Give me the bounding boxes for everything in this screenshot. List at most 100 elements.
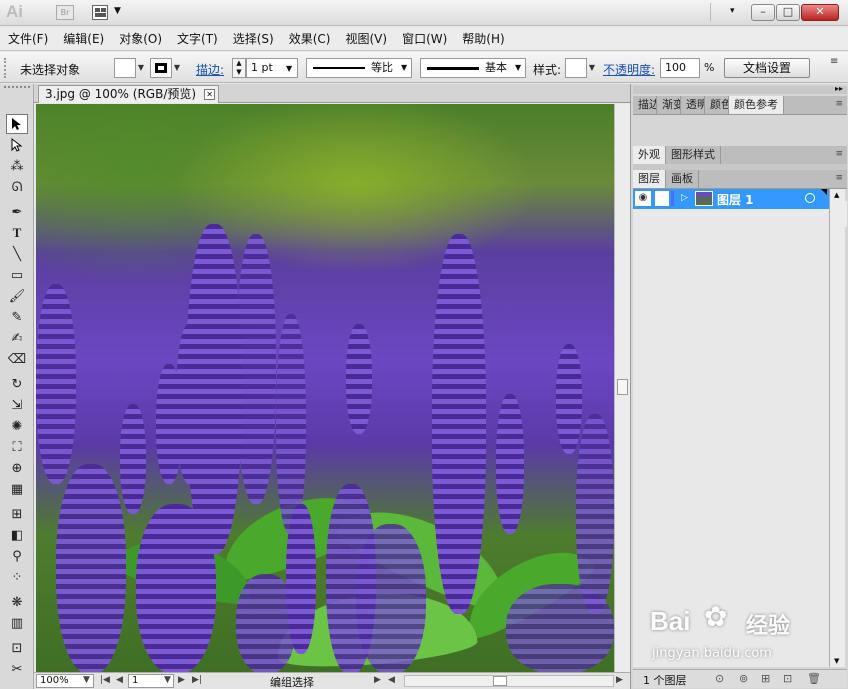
variable-width-profile[interactable]: 等比 ▼ [306, 58, 412, 78]
free-transform-tool-icon[interactable]: ⛶ [6, 437, 28, 457]
chevron-down-icon[interactable]: ▼ [83, 675, 90, 685]
document-tab[interactable]: 3.jpg @ 100% (RGB/预览) ✕ [38, 85, 220, 103]
lock-toggle[interactable] [655, 191, 669, 206]
canvas-vertical-scrollbar[interactable] [614, 104, 630, 672]
fill-dropdown[interactable]: ▼ [136, 58, 146, 78]
status-menu-arrow-icon[interactable]: ▶ [374, 675, 381, 685]
grip-handle[interactable] [4, 86, 30, 90]
menu-effect[interactable]: 效果(C) [289, 30, 331, 47]
delete-layer-icon[interactable]: 🗑 [807, 672, 821, 685]
current-tool-status[interactable]: 编组选择 [270, 674, 314, 689]
blend-tool-icon[interactable]: ⁘ [6, 567, 28, 587]
arrange-documents-icon[interactable] [92, 5, 108, 20]
layer-name[interactable]: 图层 1 [717, 191, 754, 208]
first-artboard-icon[interactable]: |◀ [100, 675, 110, 685]
artwork-canvas[interactable] [36, 104, 614, 672]
panel-menu-icon[interactable]: ≡ [835, 149, 843, 159]
tab-gradient[interactable]: 渐变 [657, 96, 681, 114]
pen-tool-icon[interactable]: ✒ [6, 202, 28, 222]
slice-tool-icon[interactable]: ✂ [6, 659, 28, 679]
eye-icon[interactable]: ◉ [635, 191, 651, 206]
locate-object-icon[interactable]: ⊙ [715, 672, 724, 685]
tab-transparency[interactable]: 透明 [681, 96, 705, 114]
menu-edit[interactable]: 编辑(E) [63, 30, 104, 47]
fill-swatch[interactable] [114, 58, 136, 78]
chevron-down-icon[interactable]: ▼ [164, 675, 171, 685]
rectangle-tool-icon[interactable]: ▭ [6, 265, 28, 285]
previous-artboard-icon[interactable]: ◀ [116, 675, 123, 685]
scale-tool-icon[interactable]: ⇲ [6, 395, 28, 415]
menu-file[interactable]: 文件(F) [8, 30, 48, 47]
new-sublayer-icon[interactable]: ⊞ [761, 672, 770, 685]
bridge-button[interactable]: Br [56, 5, 74, 20]
tab-color[interactable]: 颜色 [705, 96, 729, 114]
magic-wand-tool-icon[interactable]: ⁂ [6, 156, 28, 176]
tab-color-guide[interactable]: 颜色参考 [729, 96, 784, 114]
mesh-tool-icon[interactable]: ⊞ [6, 504, 28, 524]
column-graph-tool-icon[interactable]: ▥ [6, 613, 28, 633]
minimize-button[interactable]: – [751, 4, 775, 21]
pencil-tool-icon[interactable]: ✎ [6, 307, 28, 327]
blob-brush-tool-icon[interactable]: ✍ [6, 328, 28, 348]
workspace-dropdown[interactable]: ▾ [730, 6, 735, 16]
artboard-tool-icon[interactable]: ⊡ [6, 638, 28, 658]
clipping-mask-icon[interactable]: ⊚ [739, 672, 748, 685]
scrollbar-thumb[interactable] [617, 379, 628, 395]
scroll-left-icon[interactable]: ◀ [388, 675, 395, 685]
panel-menu-icon[interactable]: ≡ [835, 173, 843, 183]
selection-tool-icon[interactable] [6, 114, 28, 134]
tab-layers[interactable]: 图层 [633, 170, 666, 188]
grip-handle[interactable] [4, 58, 8, 78]
scroll-right-icon[interactable]: ▶ [616, 675, 623, 685]
shape-builder-tool-icon[interactable]: ⊕ [6, 458, 28, 478]
eyedropper-tool-icon[interactable]: ⚲ [6, 546, 28, 566]
opacity-label[interactable]: 不透明度: [603, 61, 655, 78]
tab-graphic-styles[interactable]: 图形样式 [666, 146, 721, 164]
perspective-grid-tool-icon[interactable]: ▦ [6, 479, 28, 499]
stroke-label[interactable]: 描边: [196, 61, 224, 78]
menu-window[interactable]: 窗口(W) [402, 30, 447, 47]
target-icon[interactable] [805, 193, 815, 203]
last-artboard-icon[interactable]: ▶| [192, 675, 202, 685]
next-artboard-icon[interactable]: ▶ [178, 675, 185, 685]
opacity-input[interactable]: 100 [660, 58, 700, 78]
style-swatch[interactable] [565, 58, 587, 78]
warp-tool-icon[interactable]: ✺ [6, 416, 28, 436]
panel-menu-icon[interactable]: ≡ [830, 56, 838, 67]
tab-artboards[interactable]: 画板 [666, 170, 699, 188]
menu-view[interactable]: 视图(V) [345, 30, 387, 47]
menu-object[interactable]: 对象(O) [119, 30, 162, 47]
menu-help[interactable]: 帮助(H) [462, 30, 504, 47]
close-button[interactable]: ✕ [801, 4, 839, 21]
expand-triangle-icon[interactable]: ▷ [681, 193, 688, 203]
menu-select[interactable]: 选择(S) [233, 30, 274, 47]
document-setup-button[interactable]: 文档设置 [724, 58, 810, 78]
rotate-tool-icon[interactable]: ↻ [6, 374, 28, 394]
style-dropdown[interactable]: ▼ [587, 58, 597, 78]
tab-stroke[interactable]: 描边 [633, 96, 657, 114]
new-layer-icon[interactable]: ⊡ [783, 672, 792, 685]
menu-type[interactable]: 文字(T) [177, 30, 218, 47]
brush-definition[interactable]: 基本 ▼ [420, 58, 526, 78]
stroke-weight-stepper[interactable]: ▲ ▼ [232, 58, 246, 78]
panel-collapse-bar[interactable]: ▸▸ [633, 84, 847, 94]
eraser-tool-icon[interactable]: ⌫ [6, 349, 28, 369]
layer-row[interactable]: ◉ ▷ 图层 1 [633, 189, 829, 209]
paintbrush-tool-icon[interactable]: 🖌 [6, 286, 28, 306]
chevron-down-icon[interactable]: ▼ [114, 6, 121, 16]
symbol-sprayer-tool-icon[interactable]: ❋ [6, 592, 28, 612]
scrollbar-thumb[interactable] [493, 676, 507, 686]
canvas-horizontal-scrollbar[interactable] [404, 675, 614, 687]
lasso-tool-icon[interactable]: ᘏ [6, 177, 28, 197]
chevron-down-icon[interactable]: ▼ [286, 64, 292, 73]
type-tool-icon[interactable]: T [6, 223, 28, 243]
tab-appearance[interactable]: 外观 [633, 146, 666, 164]
close-icon[interactable]: ✕ [204, 89, 216, 100]
stroke-dropdown[interactable]: ▼ [172, 58, 182, 78]
line-tool-icon[interactable]: ╲ [6, 244, 28, 264]
panel-menu-icon[interactable]: ≡ [835, 99, 843, 109]
gradient-tool-icon[interactable]: ◧ [6, 525, 28, 545]
direct-selection-tool-icon[interactable] [6, 135, 28, 155]
stroke-swatch[interactable] [150, 58, 172, 78]
maximize-button[interactable]: □ [776, 4, 800, 21]
